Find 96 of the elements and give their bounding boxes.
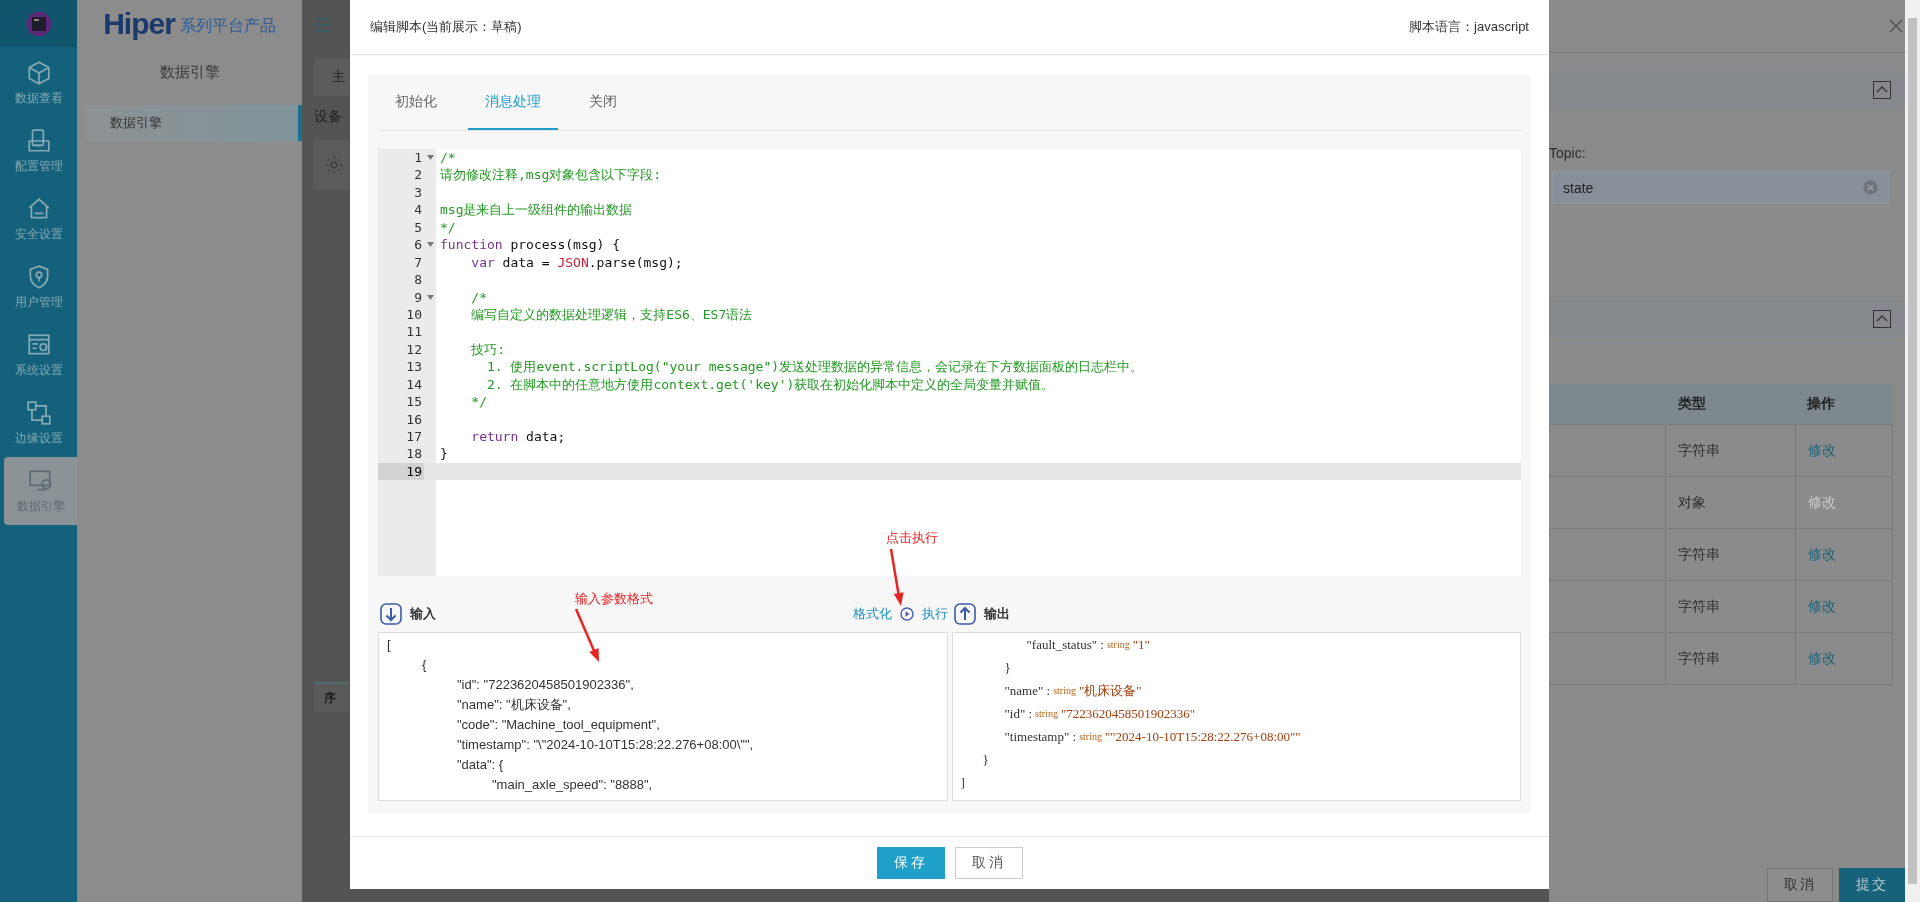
line-number: 8 (413, 271, 423, 289)
column-header: 操作 (1795, 384, 1893, 425)
line-number: 9 (413, 288, 423, 306)
type-label: string (1035, 708, 1058, 719)
separator: : (1072, 728, 1077, 745)
topic-field[interactable]: state (1552, 171, 1889, 204)
column-header: 类型 (1665, 384, 1796, 425)
monitor-gear-icon (27, 467, 54, 494)
logo-text: Hiper (103, 6, 175, 41)
dialog-button[interactable]: 取消 (954, 847, 1023, 879)
collapse-icon[interactable] (1873, 81, 1891, 99)
edit-link[interactable]: 修改 (1807, 597, 1836, 614)
separator: : (1046, 682, 1051, 699)
nodes-icon (25, 399, 52, 426)
arrow-down-icon (380, 603, 402, 625)
type-label: string (1053, 685, 1076, 696)
line-number: 7 (413, 253, 423, 272)
nav-item[interactable]: 边缘设置 (0, 389, 77, 457)
line-number: 16 (405, 410, 423, 428)
arrow-up-icon (953, 603, 976, 625)
dialog-button[interactable]: 取消 (1767, 868, 1833, 902)
line-number: 4 (413, 201, 423, 219)
document-icon (25, 127, 52, 154)
json-key: "id" (1004, 705, 1029, 722)
json-key: "timestamp" (1004, 728, 1073, 745)
nav-item[interactable]: 用户管理 (0, 253, 77, 321)
output-label: 输出 (983, 605, 1010, 623)
table-cell: 对象 (1665, 476, 1796, 529)
table-cell: 字符串 (1665, 424, 1796, 477)
dialog-title: 编辑脚本(当前展示：草稿) (370, 18, 522, 36)
edit-link[interactable]: 修改 (1807, 545, 1836, 562)
settings-icon (324, 155, 344, 175)
line-number: 1 (413, 149, 423, 167)
nav-item[interactable]: 安全设置 (0, 185, 77, 253)
json-key: "fault_status" (1026, 636, 1101, 653)
logo-subtitle: 系列平台产品 (179, 16, 276, 36)
sidebar-item[interactable]: 数据引擎 (85, 105, 302, 141)
collapse-icon[interactable] (1873, 310, 1891, 328)
dialog-button[interactable]: 提交 (1839, 868, 1905, 902)
line-number: 10 (405, 305, 423, 324)
nav-item[interactable]: 数据查看 (0, 49, 77, 117)
line-number: 5 (413, 218, 423, 237)
annotation-text: 点击执行 (886, 529, 938, 547)
window-gear-icon (25, 331, 52, 358)
tab[interactable]: 消息处理 (468, 75, 558, 130)
close-icon[interactable] (1889, 19, 1903, 33)
bracket: } (1004, 659, 1011, 676)
table-cell: 字符串 (1665, 528, 1796, 581)
run-link[interactable]: 执行 (921, 605, 948, 623)
line-number: 2 (413, 166, 423, 184)
annotation-arrow (888, 547, 906, 607)
page-tab[interactable]: 主 (314, 58, 350, 96)
json-key: "name" (1004, 682, 1047, 699)
separator: : (1100, 636, 1104, 653)
line-number: 13 (405, 358, 423, 376)
edit-link[interactable]: 修改 (1807, 649, 1836, 666)
line-number: 14 (405, 375, 423, 394)
type-label: string (1106, 639, 1130, 650)
nav-item[interactable]: 系统设置 (0, 321, 77, 389)
dialog-button[interactable]: 保存 (876, 847, 945, 879)
field-label: Topic: (1549, 145, 1587, 161)
separator: : (1028, 705, 1033, 722)
line-number: 17 (405, 428, 423, 446)
tab[interactable]: 关闭 (572, 75, 634, 130)
line-number: 15 (405, 393, 423, 411)
annotation-text: 输入参数格式 (575, 590, 653, 608)
fold-icon[interactable] (426, 242, 434, 248)
tab[interactable]: 初始化 (378, 75, 454, 130)
play-icon[interactable] (899, 607, 914, 621)
input-field[interactable]: [ { "id": "7223620458501902336", "name": "机床设备", "code": "Machine_tool_equipment", "timestamp": "\"2024-10-10T15:28:22.276+08:00\"", "data": { "main_axle_speed": "8888", (378, 632, 948, 801)
table-cell: 字符串 (1665, 580, 1796, 633)
table-header-cell: 序 (314, 682, 350, 712)
nav-item[interactable]: 配置管理 (0, 117, 77, 185)
json-value: "机床设备" (1078, 681, 1142, 700)
line-number: 6 (413, 236, 423, 254)
bracket: } (982, 751, 989, 768)
table-cell: 字符串 (1665, 632, 1796, 685)
json-value: "7223620458501902336" (1060, 705, 1195, 722)
type-label: string (1079, 731, 1102, 742)
line-number: 12 (405, 340, 423, 359)
format-link[interactable]: 格式化 (852, 605, 892, 623)
sidebar-title: 数据引擎 (158, 61, 221, 82)
line-number: 3 (413, 183, 423, 202)
bracket: ] (960, 774, 965, 791)
json-value: ""2024-10-10T15:28:22.276+08:00"" (1104, 728, 1301, 745)
json-value: "1" (1132, 636, 1150, 653)
scrollbar[interactable] (1905, 0, 1920, 902)
input-label: 输入 (410, 605, 436, 623)
fold-icon[interactable] (426, 294, 434, 300)
line-number: 11 (405, 323, 423, 341)
cube-icon (25, 59, 52, 86)
edit-link[interactable]: 修改 (1807, 441, 1836, 458)
line-number: 18 (405, 445, 423, 463)
fold-icon[interactable] (426, 155, 434, 161)
app-logo-icon (25, 10, 52, 37)
script-language: 脚本语言：javascript (1409, 18, 1529, 36)
